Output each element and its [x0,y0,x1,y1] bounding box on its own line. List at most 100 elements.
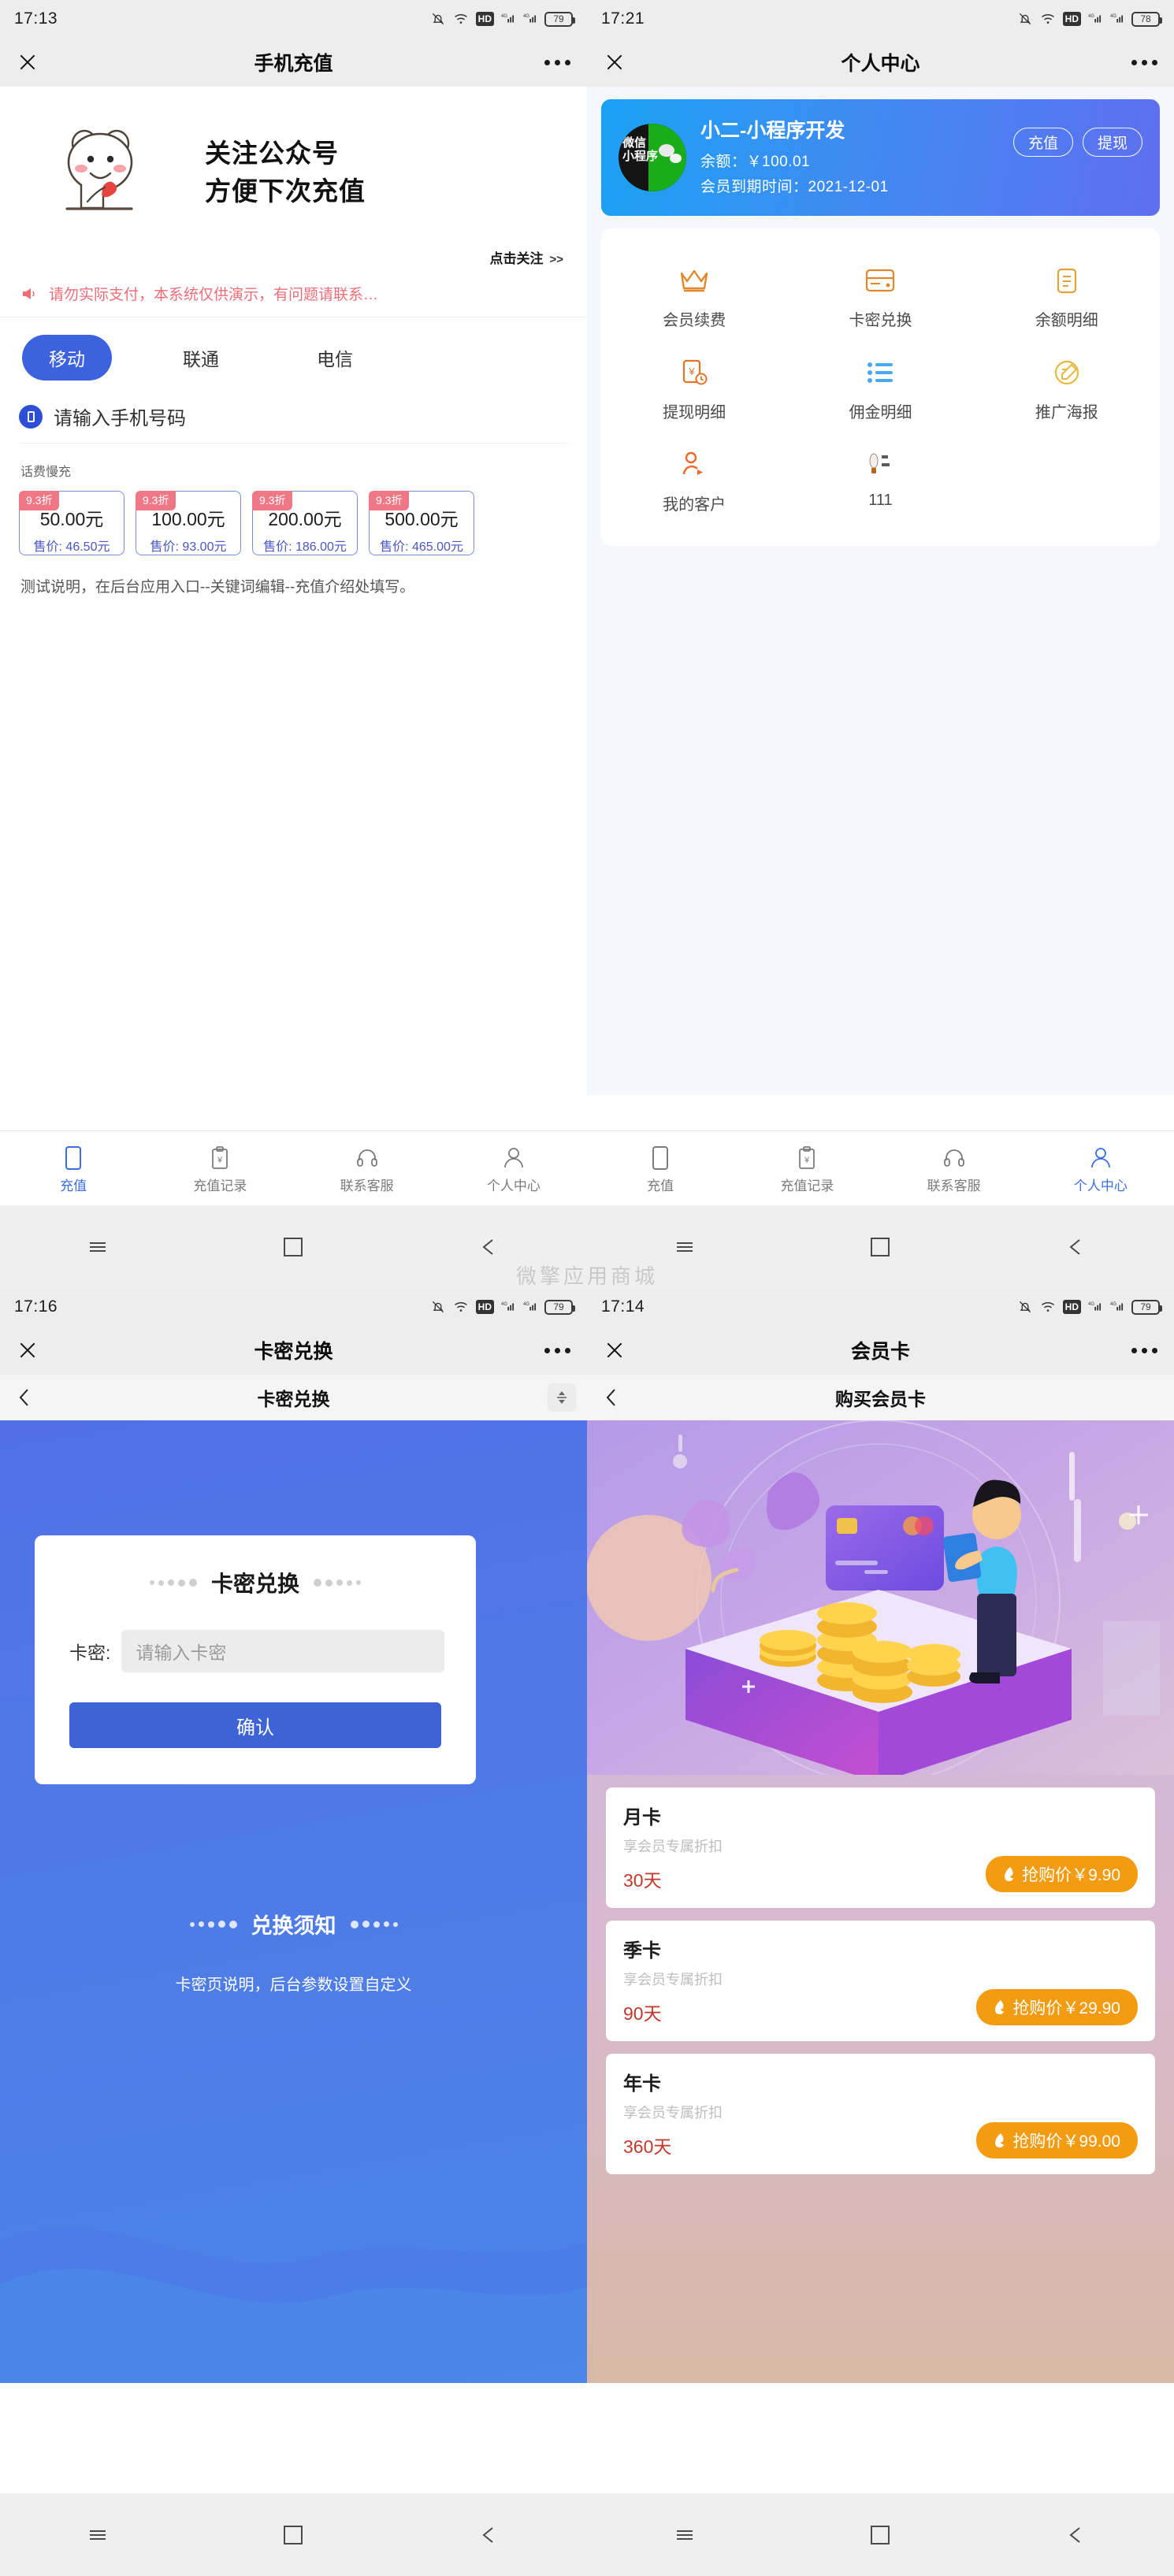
plan-buy-button[interactable]: 抢购价￥9.90 [986,1856,1138,1892]
status-time: 17:21 [601,9,645,28]
page-title: 会员卡 [850,1341,910,1363]
menu-item-card-redeem[interactable]: 卡密兑换 [787,249,973,341]
hd-icon: HD [475,12,494,26]
withdraw-button[interactable]: 提现 [1082,128,1142,157]
avatar[interactable]: 微信 小程序 [619,124,686,191]
menu-button[interactable] [0,1236,195,1258]
follow-banner[interactable]: 关注公众号 方便下次充值 [0,87,587,244]
tab-recharge[interactable]: 充值 [0,1143,147,1194]
recharge-description: 测试说明，在后台应用入口--关键词编辑--充值介绍处填写。 [20,579,415,596]
menu-item-custom-111[interactable]: 111 [787,433,973,525]
person-icon [1027,1143,1174,1173]
operator-tab-unicom[interactable]: 联通 [134,344,268,371]
status-icons: HD 4G 4G 78 [1017,11,1162,27]
tab-profile[interactable]: 个人中心 [440,1143,587,1194]
back-button[interactable] [392,1237,587,1257]
more-options-icon[interactable] [1114,1347,1174,1353]
avatar-line-1: 微信 [622,136,647,150]
menu-item-member-renew[interactable]: 会员续费 [601,249,787,341]
menu-button[interactable] [587,2524,782,2546]
phone-input-row[interactable]: 请输入手机号码 [0,396,587,441]
watermark: 微擎应用商城 [515,1264,658,1288]
close-icon[interactable] [587,52,642,72]
flame-icon [995,2000,1005,2014]
chevron-right-icon: >> [549,253,563,266]
tab-records[interactable]: ¥ 充值记录 [734,1143,880,1194]
svg-text:4G: 4G [1110,1302,1116,1307]
more-options-icon[interactable] [1114,59,1174,65]
svg-text:¥: ¥ [804,1156,810,1165]
menu-item-empty [974,433,1160,525]
discount-badge: 9.3折 [252,491,293,510]
person-icon [440,1143,587,1173]
wifi-icon [454,1302,467,1312]
plan-card[interactable]: 年卡 享会员专属折扣 360天 抢购价￥99.00 [606,2054,1155,2174]
status-icons: HD 4G 4G 79 [1017,1299,1162,1315]
plan-buy-button[interactable]: 抢购价￥29.90 [976,1989,1138,2025]
tab-label: 充值记录 [780,1178,834,1193]
menu-item-promo-poster[interactable]: 推广海报 [974,341,1160,433]
price-card[interactable]: 9.3折 50.00元 售价: 46.50元 [19,491,124,555]
bell-mute-icon [1019,1301,1031,1313]
status-icons: HD 4G 4G 79 [430,1299,575,1315]
menu-item-balance-detail[interactable]: 余额明细 [974,249,1160,341]
tab-support[interactable]: 联系客服 [294,1143,440,1194]
price-face-value: 200.00元 [268,509,342,529]
sub-nav-bar: 卡密兑换 [0,1375,587,1420]
plan-card[interactable]: 季卡 享会员专属折扣 90天 抢购价￥29.90 [606,1921,1155,2041]
price-card[interactable]: 9.3折 200.00元 售价: 186.00元 [252,491,358,555]
phone-icon [19,404,43,429]
plan-name: 月卡 [623,1807,661,1828]
page-title: 卡密兑换 [254,1341,333,1363]
account-name: 小二-小程序开发 [700,120,845,142]
plan-buy-button[interactable]: 抢购价￥99.00 [976,2122,1138,2158]
plan-card[interactable]: 月卡 享会员专属折扣 30天 抢购价￥9.90 [606,1787,1155,1908]
price-card[interactable]: 9.3折 100.00元 售价: 93.00元 [136,491,241,555]
redeem-card: 卡密兑换 卡密: 请输入卡密 确认 [35,1535,476,1784]
notice-bar[interactable]: 请勿实际支付，本系统仅供演示，有问题请联系… [0,267,587,317]
close-icon[interactable] [587,1340,642,1360]
back-button[interactable] [392,2525,587,2545]
follow-link[interactable]: 点击关注 >> [0,244,587,267]
home-button[interactable] [782,2525,978,2544]
member-body: 月卡 享会员专属折扣 30天 抢购价￥9.90 季卡 享会员专属折扣 90天 抢… [587,1420,1174,2383]
redeem-body: 卡密兑换 卡密: 请输入卡密 确认 兑换须知 卡密页说明，后台参数设置自定义 [0,1420,587,2383]
operator-label-unicom: 联通 [183,349,219,369]
custom-image-icon [787,447,973,482]
back-button[interactable] [979,2525,1174,2545]
card-icon [787,263,973,298]
more-options-icon[interactable] [527,1347,587,1353]
megaphone-icon [23,288,35,299]
home-button[interactable] [195,2525,391,2544]
phone-input-placeholder: 请输入手机号码 [54,408,186,429]
home-button[interactable] [782,1237,978,1256]
close-icon[interactable] [0,1340,55,1360]
hd-icon: HD [475,1300,494,1314]
tab-recharge[interactable]: 充值 [587,1143,734,1194]
close-icon[interactable] [0,52,55,72]
plan-name: 年卡 [623,2073,661,2095]
nav-bar: 手机充值 [0,38,587,87]
plan-subtitle: 享会员专属折扣 [623,1972,723,1988]
sub-nav-bar: 购买会员卡 [587,1375,1174,1420]
price-card[interactable]: 9.3折 500.00元 售价: 465.00元 [369,491,474,555]
tab-records[interactable]: ¥ 充值记录 [147,1143,293,1194]
tab-profile[interactable]: 个人中心 [1027,1143,1174,1194]
home-button[interactable] [195,1237,391,1256]
operator-tab-mobile[interactable]: 移动 [0,335,134,380]
more-options-icon[interactable] [527,59,587,65]
back-button[interactable] [979,1237,1174,1257]
tab-support[interactable]: 联系客服 [881,1143,1027,1194]
card-code-input[interactable]: 请输入卡密 [121,1630,444,1672]
menu-item-withdraw-detail[interactable]: ¥ 提现明细 [601,341,787,433]
menu-item-commission-detail[interactable]: 佣金明细 [787,341,973,433]
menu-button[interactable] [587,1236,782,1258]
menu-button[interactable] [0,2524,195,2546]
avatar-label: 微信 小程序 [622,136,658,164]
tab-label: 充值 [60,1178,87,1193]
plan-subtitle: 享会员专属折扣 [623,1839,723,1854]
operator-tab-telecom[interactable]: 电信 [268,344,402,371]
confirm-button[interactable]: 确认 [69,1702,441,1748]
menu-item-my-customers[interactable]: 我的客户 [601,433,787,525]
recharge-button[interactable]: 充值 [1012,128,1073,157]
